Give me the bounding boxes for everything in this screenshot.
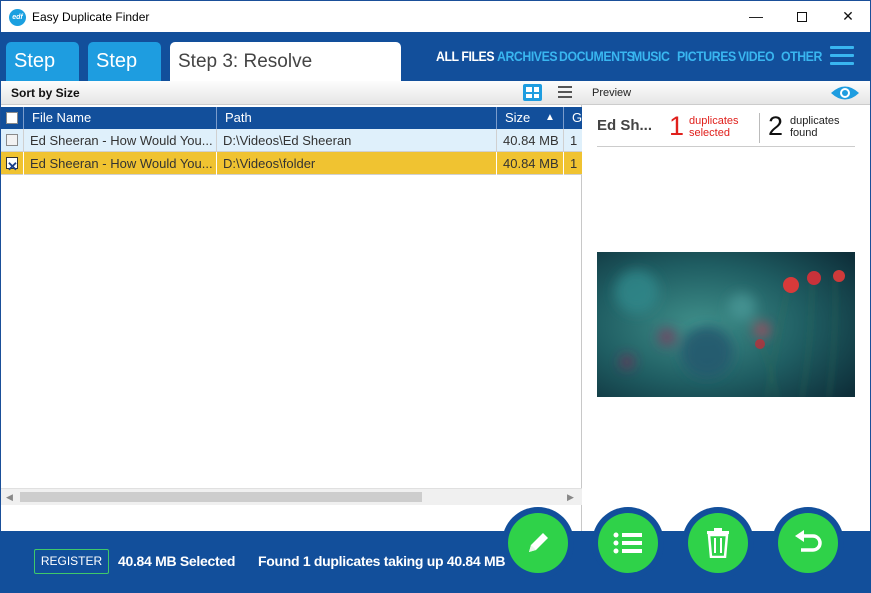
row-checkbox-cell	[1, 129, 24, 152]
tab-step-1[interactable]: Step 1	[6, 42, 79, 111]
filter-all-files[interactable]: ALL FILES	[436, 48, 495, 64]
found-count-label: duplicates found	[790, 115, 840, 139]
found-count: 2	[768, 111, 784, 141]
scroll-right-icon[interactable]: ▶	[567, 492, 574, 503]
row-checkbox[interactable]	[6, 134, 18, 146]
table-row[interactable]: Ed Sheeran - How Would You... D:\Videos\…	[1, 152, 582, 175]
status-bar: REGISTER 40.84 MB Selected Found 1 dupli…	[0, 507, 871, 593]
eye-icon[interactable]	[830, 84, 860, 102]
preview-pane: Preview Ed Sh... 1 duplicates selected 2…	[582, 81, 871, 531]
undo-button[interactable]	[778, 513, 838, 573]
sort-by-label[interactable]: Sort by Size	[11, 86, 80, 100]
column-path[interactable]: Path	[217, 107, 497, 129]
tab-step-3[interactable]: Step 3: Resolve Duplicates	[170, 42, 401, 111]
list-view-icon[interactable]	[558, 86, 572, 101]
tab-step-2[interactable]: Step 2	[88, 42, 161, 111]
preview-file-name: Ed Sh...	[597, 117, 653, 134]
undo-action-wrap	[772, 507, 844, 579]
minimize-button[interactable]: —	[733, 1, 779, 32]
scroll-left-icon[interactable]: ◀	[6, 492, 13, 503]
list-icon	[613, 532, 642, 554]
column-size-label: Size	[505, 110, 531, 125]
select-all-checkbox[interactable]	[6, 112, 18, 124]
column-file-name[interactable]: File Name	[24, 107, 217, 129]
group-cell: 1	[570, 133, 578, 148]
trash-icon	[707, 528, 729, 558]
filter-music[interactable]: MUSIC	[632, 48, 670, 64]
filter-pictures[interactable]: PICTURES	[677, 48, 736, 64]
filter-video[interactable]: VIDEO	[738, 48, 775, 64]
scrollbar-thumb[interactable]	[20, 492, 422, 502]
path-cell: D:\Videos\Ed Sheeran	[217, 129, 497, 152]
list-action-wrap	[592, 507, 664, 579]
list-action-button[interactable]	[598, 513, 658, 573]
filter-documents[interactable]: DOCUMENTS	[559, 48, 635, 64]
row-checkbox[interactable]	[6, 155, 18, 175]
undo-icon	[795, 530, 822, 552]
size-cell: 40.84 MB	[497, 152, 564, 175]
hamburger-menu-icon[interactable]	[830, 46, 854, 66]
maximize-icon	[797, 12, 807, 23]
file-name-cell: Ed Sheeran - How Would You...	[24, 129, 217, 152]
group-cell: 1	[570, 156, 578, 171]
pencil-icon	[529, 533, 548, 552]
maximize-button[interactable]	[779, 1, 825, 32]
rename-button[interactable]	[508, 513, 568, 573]
preview-label: Preview	[592, 87, 632, 99]
delete-action-wrap	[682, 507, 754, 579]
header-checkbox-cell	[1, 107, 24, 129]
close-button[interactable]: ✕	[825, 1, 871, 32]
filter-other[interactable]: OTHER	[781, 48, 822, 64]
register-button[interactable]: REGISTER	[34, 549, 109, 574]
found-summary-text: Found 1 duplicates taking up 40.84 MB	[258, 553, 506, 569]
table-header: File Name Path Size ▲ G	[1, 107, 582, 129]
app-logo-icon: edf	[9, 9, 26, 26]
file-name-cell: Ed Sheeran - How Would You...	[24, 152, 217, 175]
horizontal-scrollbar[interactable]: ◀ ▶	[1, 488, 582, 505]
row-checkbox-cell	[1, 152, 24, 175]
path-cell: D:\Videos\folder	[217, 152, 497, 175]
delete-button[interactable]	[688, 513, 748, 573]
selected-count-label: duplicates selected	[689, 115, 739, 139]
column-size[interactable]: Size ▲	[497, 107, 564, 129]
selected-count: 1	[669, 111, 685, 141]
preview-thumbnail	[597, 252, 855, 397]
rename-action-wrap	[502, 507, 574, 579]
header-bar: Step 1 Step 2 Step 3: Resolve Duplicates…	[0, 32, 871, 111]
table-row[interactable]: Ed Sheeran - How Would You... D:\Videos\…	[1, 129, 582, 152]
selected-size-text: 40.84 MB Selected	[118, 553, 236, 569]
results-pane: Sort by Size File Name Path Size ▲ G Ed …	[0, 81, 582, 531]
sort-bar: Sort by Size	[1, 81, 582, 105]
sort-ascending-icon: ▲	[545, 112, 555, 123]
summary-divider	[759, 113, 760, 143]
duplicate-summary: Ed Sh... 1 duplicates selected 2 duplica…	[597, 109, 855, 147]
grid-view-icon[interactable]	[523, 84, 542, 101]
column-group[interactable]: G	[564, 107, 582, 129]
window-title: Easy Duplicate Finder	[32, 10, 150, 24]
preview-bar: Preview	[582, 81, 870, 105]
filter-archives[interactable]: ARCHIVES	[497, 48, 558, 64]
title-bar: edf Easy Duplicate Finder — ✕	[0, 0, 871, 32]
size-cell: 40.84 MB	[497, 129, 564, 152]
